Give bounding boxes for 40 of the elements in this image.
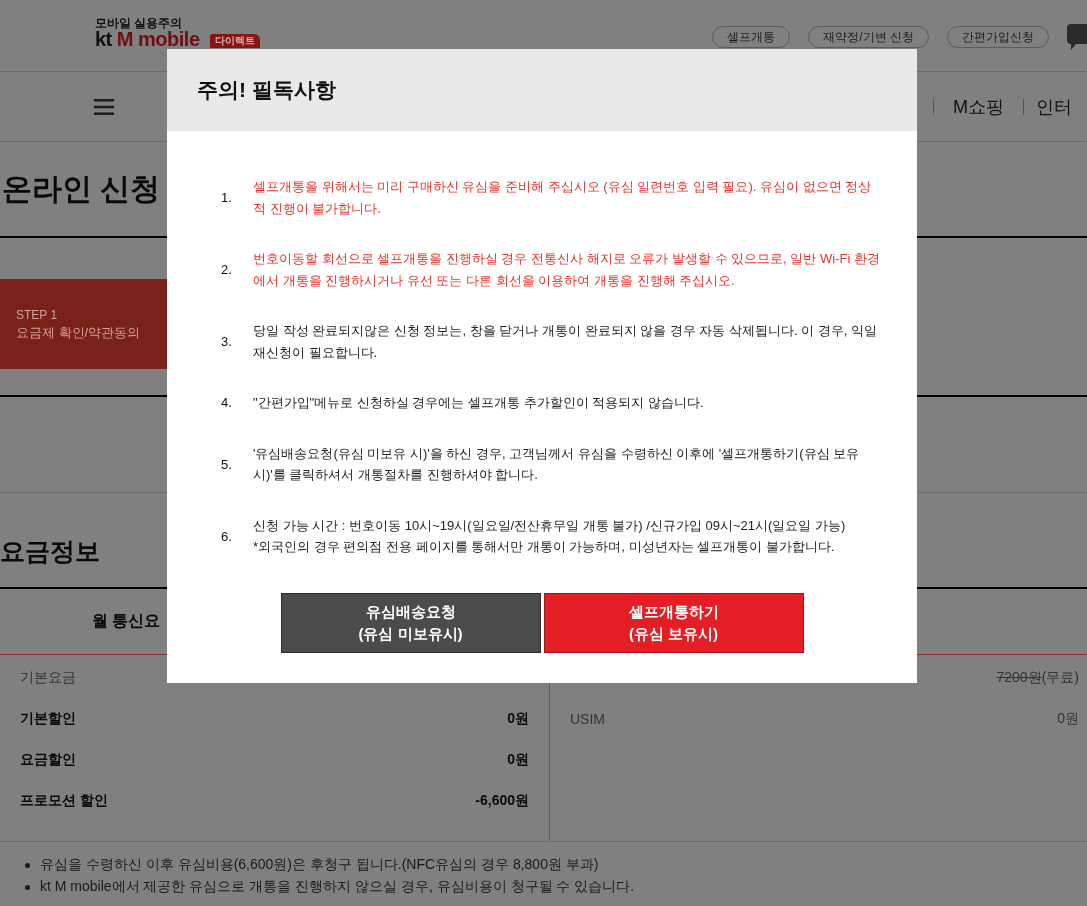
notice-text: 번호이동할 회선으로 셀프개통을 진행하실 경우 전통신사 해지로 오류가 발생할 수 있으므로, 일반 Wi-Fi 환경에서 개통을 진행하시거나 유선 또는 다른 회선을 이용하여 개통을 진행해 주십시오. [253,250,880,290]
note-text: 유심을 수령하신 이후 유심비용(6,600원)은 후청구 됩니다.(NFC유심의 경우 8,800원 부과) [40,856,599,874]
logo-badge: 다이렉트 [209,34,260,48]
brand-tagline: 모바일 실용주의 [95,16,183,30]
fee-label: 기본요금 [20,668,76,687]
fee-label: 요금할인 [20,750,76,769]
usim-delivery-button[interactable]: 유심배송요청 (유심 미보유시) [280,593,541,653]
fee-value: 7200원(무료) [996,668,1079,687]
item-number: 1. [221,190,233,205]
nav-menu-item[interactable]: M쇼핑 [934,94,1023,119]
notice-text: 당일 작성 완료되지않은 신청 정보는, 창을 닫거나 개통이 완료되지 않을 경우 자동 삭제됩니다. 이 경우, 익일 재신청이 필요합니다. [253,322,878,362]
item-number: 4. [221,395,233,411]
item-number: 6. [221,528,233,544]
notice-text: 셀프개통을 위해서는 미리 구매하신 유심을 준비해 주십시오 (유심 일련번호 입력 필요). 유심이 없으면 정상적 진행이 불가합니다. [253,178,873,218]
step-tab[interactable]: STEP 1 요금제 확인/약관동의 [0,279,167,369]
fee-value: 0원 [507,750,529,769]
brand-logo[interactable]: kt M mobile [95,30,200,48]
item-number: 3. [221,334,233,349]
self-activation-button[interactable]: 셀프개통하기 (유심 보유시) [543,593,804,653]
page-title: 온라인 신청 [1,171,161,207]
notice-text: "간편가입"메뉴로 신청하실 경우에는 셀프개통 추가할인이 적용되지 않습니다. [253,394,704,412]
fee-value: -6,600원 [475,791,529,810]
fee-label: 기본할인 [20,709,76,728]
fee-value: 0원 [1057,709,1079,728]
menu-icon[interactable] [94,98,114,115]
dialog-title: 주의! 필독사항 [197,77,336,103]
fee-value: 0원 [507,709,529,728]
section-title: 요금정보 [0,536,100,566]
bullet-icon [25,884,30,890]
fee-label: USIM [570,710,605,727]
item-number: 5. [221,456,233,472]
nav-menu-item[interactable]: 인터 [1024,94,1072,119]
note-text: kt M mobile에서 제공한 유심으로 개통을 진행하지 않으실 경우, 유심비용이 청구될 수 있습니다. [40,878,635,896]
notice-text: 신청 가능 시간 : 번호이동 10시~19시(일요일/전산휴무일 개통 불가) /신규가입 09시~21시(일요일 가능) *외국인의 경우 편의점 전용 페이지를 통해서만 개통이 가능하며, 미성년자는 셀프개통이 불가합니다. [253,516,846,556]
item-number: 2. [221,262,233,277]
chat-bubble-icon[interactable] [1067,24,1087,50]
column-header: 월 통신요 [92,611,161,631]
fee-label: 프로모션 할인 [20,791,108,810]
bullet-icon [25,862,30,868]
notice-text: '유심배송요청(유심 미보유 시)'을 하신 경우, 고객님께서 유심을 수령하신 이후에 '셀프개통하기(유심 보유 시)'를 클릭하셔서 개통절차를 진행하셔야 합니다. [253,444,861,484]
